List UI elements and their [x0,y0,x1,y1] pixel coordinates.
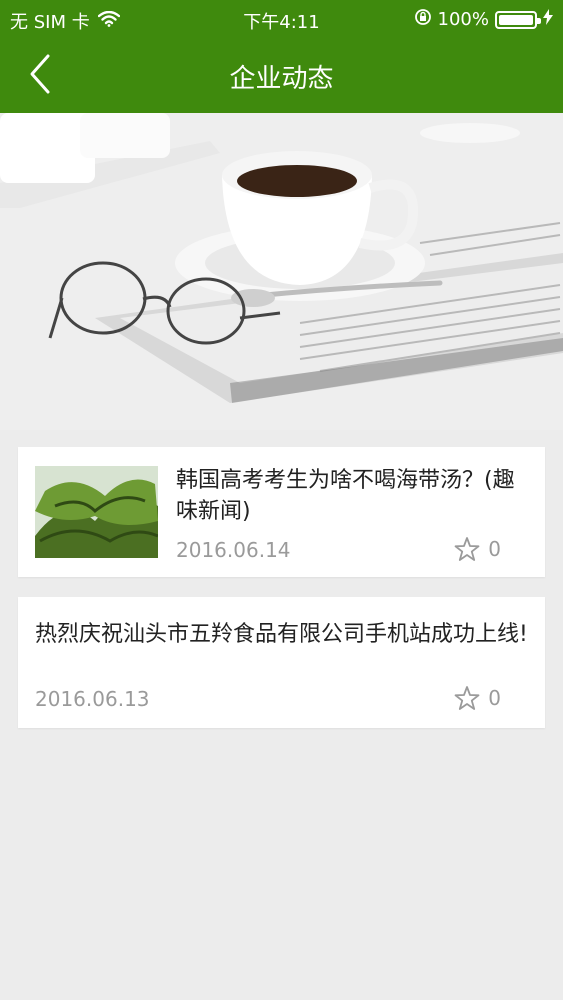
favorite-count: 0 [488,537,501,561]
article-title[interactable]: 韩国高考考生为啥不喝海带汤？(趣味新闻) [176,465,526,527]
status-right: 100% [414,8,553,31]
article-thumbnail [35,466,158,558]
status-bar: 无 SIM 卡 下午4:11 100% [0,0,563,38]
favorite-button[interactable]: 0 [454,536,501,562]
star-icon [454,686,480,710]
app-header: 无 SIM 卡 下午4:11 100% 企业动态 [0,0,563,113]
favorite-count: 0 [488,686,501,710]
favorite-button[interactable]: 0 [454,685,501,711]
article-date: 2016.06.14 [176,538,291,562]
battery-icon [495,10,541,29]
article-title[interactable]: 热烈庆祝汕头市五羚食品有限公司手机站成功上线! [35,619,535,650]
article-date: 2016.06.13 [35,687,150,711]
article-card[interactable]: 热烈庆祝汕头市五羚食品有限公司手机站成功上线! 2016.06.13 0 [18,597,545,728]
charging-bolt-icon [543,9,553,30]
lock-rotation-icon [414,8,432,31]
article-card[interactable]: 韩国高考考生为啥不喝海带汤？(趣味新闻) 2016.06.14 0 [18,447,545,577]
battery-fill [499,14,533,25]
star-icon [454,537,480,561]
hero-banner-image [0,113,563,430]
navigation-bar: 企业动态 [0,38,563,113]
page-title: 企业动态 [229,64,334,94]
battery-tip [537,17,541,24]
battery-percent: 100% [437,9,489,30]
